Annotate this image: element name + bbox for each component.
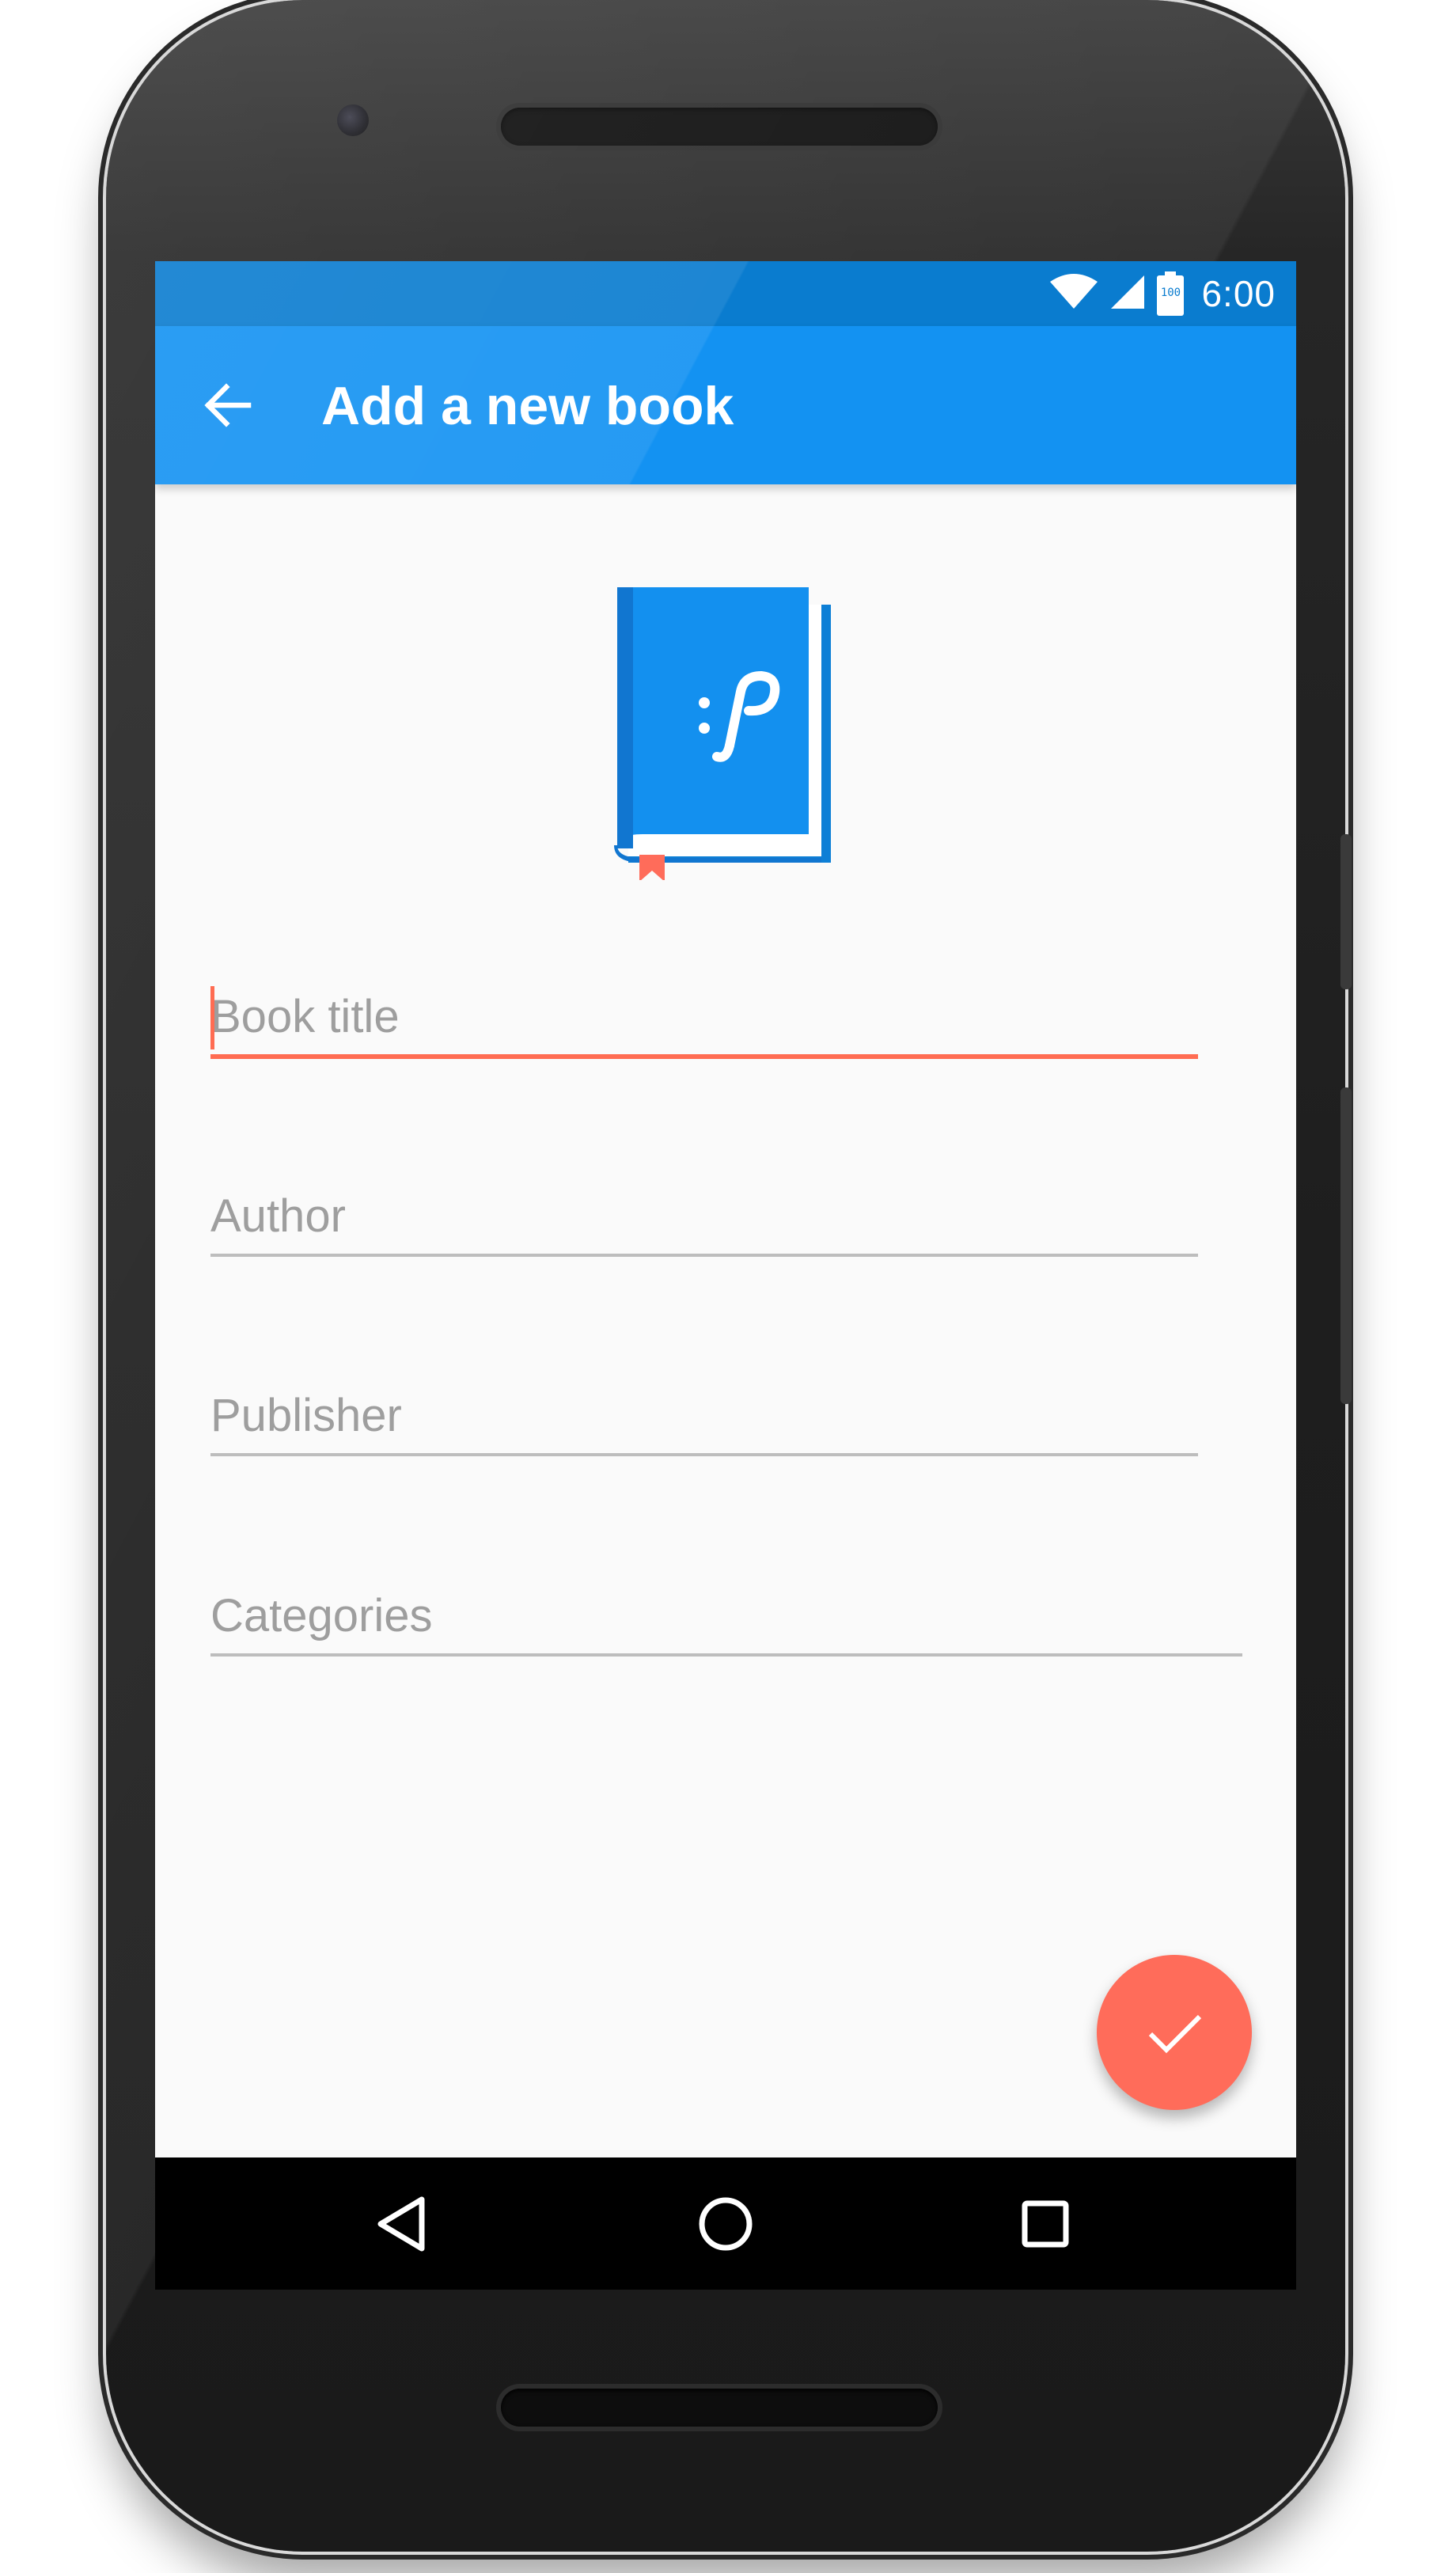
text-cursor — [210, 986, 214, 1049]
categories-field — [210, 1577, 1242, 1657]
bottom-speaker — [501, 2389, 938, 2427]
book-title-field — [210, 978, 1198, 1059]
back-button[interactable] — [195, 372, 261, 438]
battery-level: 100 — [1160, 287, 1181, 299]
status-bar: 100 6:00 — [155, 261, 1296, 326]
author-field — [210, 1178, 1198, 1257]
check-icon — [1148, 2014, 1202, 2054]
content — [155, 484, 1296, 2157]
nav-recents-icon — [1022, 2200, 1069, 2248]
book-logo-icon — [614, 587, 844, 882]
nav-home-icon — [699, 2197, 753, 2251]
battery-icon: 100 — [1157, 271, 1185, 316]
page-title: Add a new book — [321, 376, 734, 436]
status-time: 6:00 — [1201, 273, 1276, 314]
system-nav-bar — [155, 2157, 1296, 2290]
publisher-input[interactable] — [210, 1377, 1198, 1453]
save-book-fab[interactable] — [1097, 1955, 1252, 2110]
publisher-field — [210, 1377, 1198, 1456]
book-title-underline — [210, 1054, 1198, 1059]
power-button[interactable] — [1340, 834, 1352, 989]
author-underline — [210, 1254, 1198, 1257]
app-bar: Add a new book — [155, 326, 1296, 484]
publisher-underline — [210, 1453, 1198, 1456]
nav-back-icon — [377, 2196, 425, 2252]
nav-home-button[interactable] — [692, 2191, 759, 2257]
front-camera — [337, 104, 369, 136]
cellular-signal-icon — [1109, 274, 1146, 314]
status-icons: 100 6:00 — [1049, 271, 1276, 316]
screen: 100 6:00 Add a new book — [155, 261, 1296, 2290]
arrow-back-icon — [204, 383, 252, 427]
earpiece-speaker — [501, 108, 938, 146]
categories-input[interactable] — [210, 1577, 1242, 1653]
book-title-input[interactable] — [210, 978, 1198, 1054]
volume-rocker[interactable] — [1340, 1087, 1352, 1404]
wifi-icon — [1049, 273, 1098, 314]
author-input[interactable] — [210, 1178, 1198, 1254]
categories-underline — [210, 1653, 1242, 1657]
nav-recents-button[interactable] — [1012, 2191, 1079, 2257]
nav-back-button[interactable] — [369, 2191, 435, 2257]
